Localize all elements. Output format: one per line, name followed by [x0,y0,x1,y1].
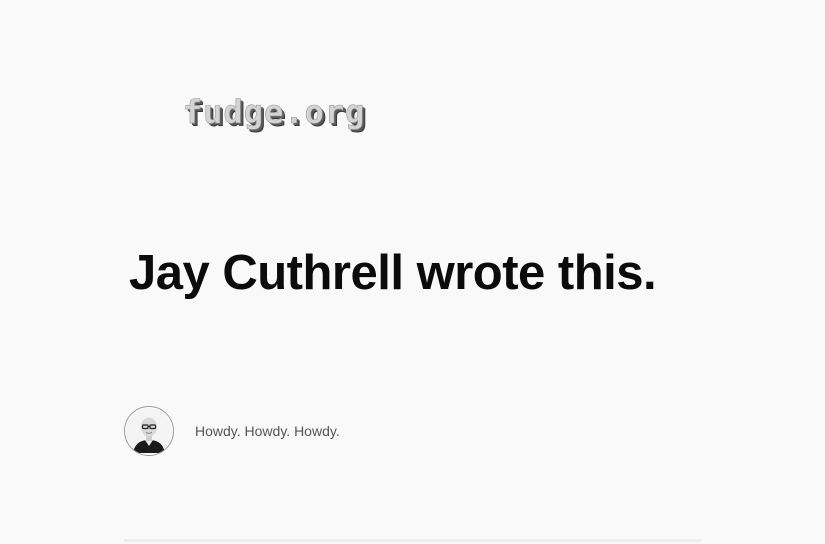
post-headline: Jay Cuthrell wrote this. [129,246,657,300]
site-logo-link[interactable]: fudge.org fudge.org fudge.org [181,93,411,140]
site-logo: fudge.org fudge.org fudge.org [183,93,368,134]
author-row: Howdy. Howdy. Howdy. [124,406,340,456]
author-avatar[interactable] [124,406,174,456]
author-portrait-icon [126,408,172,454]
logo-text: fudge.org [183,96,365,131]
content-divider [124,539,701,542]
author-tagline: Howdy. Howdy. Howdy. [195,423,340,439]
